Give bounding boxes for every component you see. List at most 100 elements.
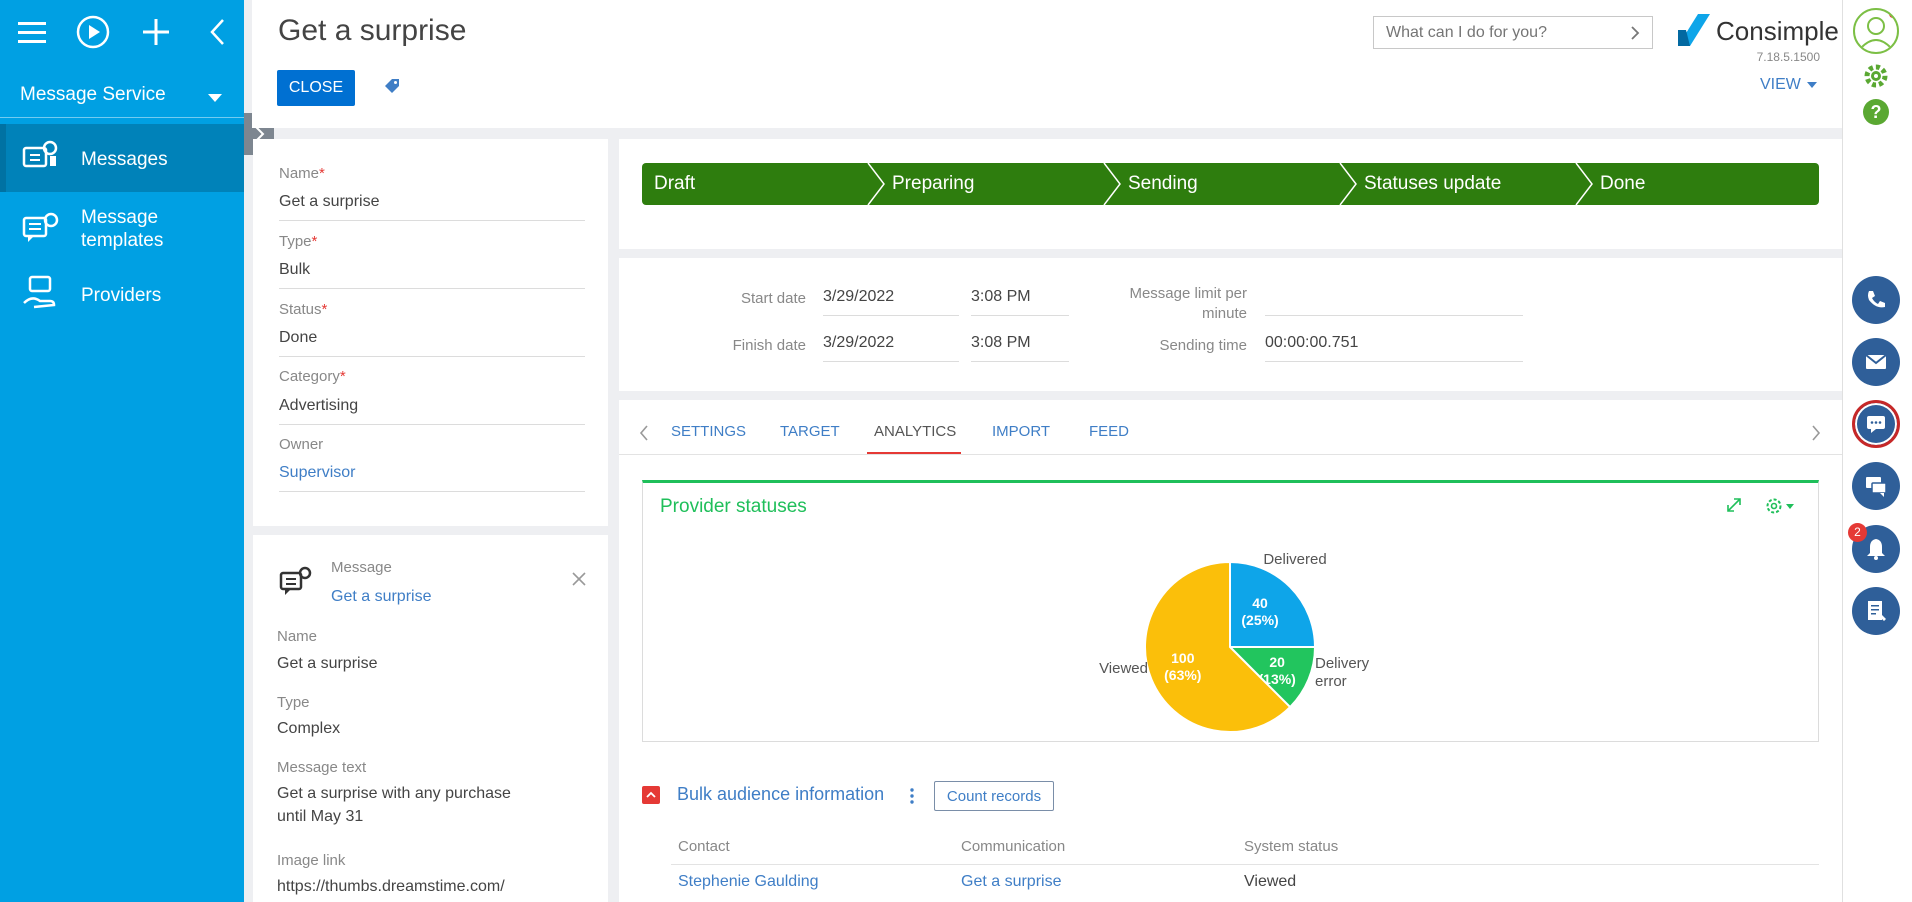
bulk-collapse-toggle[interactable] [642,786,660,804]
column-header-system-status[interactable]: System status [1244,838,1338,855]
play-icon[interactable] [75,14,111,50]
pie-slice-delivered[interactable] [1229,560,1317,648]
row-communication[interactable]: Get a surprise [961,873,1061,891]
row-contact[interactable]: Stephenie Gaulding [678,873,819,891]
avatar[interactable] [1853,8,1899,54]
chevron-right-icon[interactable] [1809,424,1823,442]
stage-progress-bar: Draft Preparing Sending Statuses update … [642,163,1819,205]
count-records-button[interactable]: Count records [934,781,1054,811]
view-label: VIEW [1760,76,1801,93]
plus-icon[interactable] [138,14,174,50]
bell-icon [1867,539,1885,560]
providers-icon [23,275,56,309]
stage-statuses-update[interactable]: Statuses update [1352,163,1578,205]
owner-field[interactable]: Supervisor [279,464,585,492]
more-options-icon[interactable] [907,786,917,806]
pie-value-label: 20 [1269,654,1285,670]
message-icon [279,566,312,595]
phone-button[interactable] [1852,276,1900,324]
name-field[interactable]: Get a surprise [279,193,585,221]
column-header-communication[interactable]: Communication [961,838,1065,855]
pie-category-label: Viewed [1099,660,1148,677]
chevron-left-icon[interactable] [200,14,236,50]
pie-percent-label: (25%) [1241,612,1278,628]
tab-feed[interactable]: FEED [1089,423,1129,440]
logo: Consimple [1674,10,1839,50]
message-type-label: Type [277,694,310,711]
record-fields-card: Name* Get a surprise Type* Bulk Status* … [253,139,608,526]
pie-value-label: 100 [1171,650,1195,666]
envelope-icon [1865,354,1887,369]
chevron-down-icon [208,94,222,102]
conversation-icon [1866,477,1887,497]
stage-separator-icon [867,163,885,205]
stage-separator-icon [1339,163,1357,205]
online-status-dot [1889,10,1897,18]
message-limit-field[interactable] [1265,288,1523,316]
column-header-contact[interactable]: Contact [678,838,730,855]
sending-time-field[interactable]: 00:00:00.751 [1265,334,1523,362]
section-selector[interactable]: Message Service [0,74,244,118]
logo-icon [1678,14,1710,46]
stage-done[interactable]: Done [1588,163,1814,205]
message-name-label: Name [277,628,318,645]
view-menu-button[interactable]: VIEW [1760,76,1817,94]
page-title: Get a surprise [278,14,467,47]
search-input[interactable] [1374,17,1614,48]
messages-icon [22,140,58,168]
message-text-line: Get a surprise with any purchase [277,785,511,802]
chevron-up-icon [646,791,656,798]
sidebar-item-messages[interactable]: Messages [0,124,244,192]
start-date-field[interactable]: 3/29/2022 [823,288,959,316]
messages-feed-button[interactable] [1852,462,1900,510]
status-label: Status* [279,301,328,318]
message-mini-card: Message Get a surprise Name Get a surpri… [253,535,608,902]
image-link-value: https://thumbs.dreamstime.com/ [277,878,505,895]
finish-date-field[interactable]: 3/29/2022 [823,334,959,362]
stage-sending[interactable]: Sending [1116,163,1342,205]
type-label: Type* [279,233,318,250]
sidebar-item-providers[interactable]: Providers [0,268,244,322]
sidebar-item-message-templates[interactable]: Message templates [0,198,244,262]
email-button[interactable] [1852,338,1900,386]
stage-preparing[interactable]: Preparing [880,163,1106,205]
bulk-audience-title[interactable]: Bulk audience information [677,784,884,805]
tab-import[interactable]: IMPORT [992,423,1050,440]
message-card-link[interactable]: Get a surprise [331,585,431,608]
notification-badge: 2 [1848,523,1867,542]
chat-icon [1867,416,1885,433]
expand-icon[interactable] [1725,496,1743,514]
pie-percent-label: (63%) [1164,667,1201,683]
image-link-label: Image link [277,852,346,869]
finish-time-field[interactable]: 3:08 PM [971,334,1069,362]
tab-settings[interactable]: SETTINGS [671,423,746,440]
chat-button[interactable] [1852,400,1900,448]
chart-settings-icon[interactable] [1764,496,1798,516]
gear-icon[interactable] [1862,62,1890,90]
stage-draft[interactable]: Draft [642,163,868,205]
help-icon[interactable]: ? [1862,98,1890,126]
close-icon[interactable] [571,571,587,587]
pie-category-label: Delivered [1263,551,1326,568]
tab-analytics[interactable]: ANALYTICS [874,423,956,440]
version-label: 7.18.5.1500 [1756,50,1820,64]
chevron-right-icon[interactable] [1628,25,1642,41]
chevron-left-icon[interactable] [637,424,651,442]
document-button[interactable] [1852,587,1900,635]
menu-icon[interactable] [14,14,50,50]
start-time-field[interactable]: 3:08 PM [971,288,1069,316]
type-field[interactable]: Bulk [279,261,585,289]
status-field[interactable]: Done [279,329,585,357]
tag-icon[interactable] [382,77,402,97]
message-limit-label: Message limit per minute [1129,285,1247,322]
close-button[interactable]: CLOSE [277,70,355,106]
message-text-label: Message text [277,759,367,776]
finish-date-label: Finish date [732,337,806,354]
message-text-line: until May 31 [277,808,364,825]
category-field[interactable]: Advertising [279,397,585,425]
sidebar-item-label: Message templates [81,207,164,251]
pie-value-label: 40 [1252,595,1268,611]
message-type-value: Complex [277,720,341,737]
tab-target[interactable]: TARGET [780,423,840,440]
logo-text: Consimple [1716,16,1839,46]
